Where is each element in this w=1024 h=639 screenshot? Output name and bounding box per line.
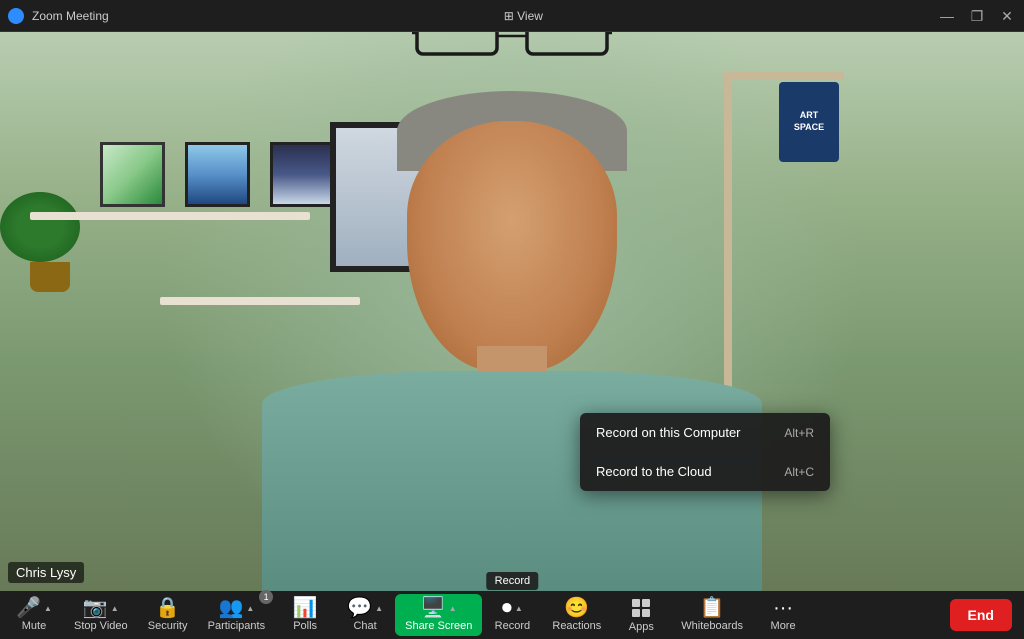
record-chevron: ▲ (515, 604, 523, 613)
zoom-logo-icon (8, 8, 24, 24)
more-button[interactable]: ··· More (753, 594, 813, 636)
participants-icon: 👥 (218, 598, 243, 618)
security-label: Security (148, 620, 188, 632)
painting-1 (100, 142, 165, 207)
polls-label: Polls (293, 620, 317, 632)
mic-icon: 🎤 (16, 598, 41, 618)
participants-chevron: ▲ (246, 604, 254, 613)
reactions-label: Reactions (552, 620, 601, 632)
record-icon-area: ⏺ ▲ (502, 598, 523, 618)
chat-icon-area: 💬 ▲ (347, 598, 383, 618)
chat-chevron: ▲ (375, 604, 383, 613)
title-bar-left: Zoom Meeting (8, 8, 109, 24)
record-cloud-option[interactable]: Record to the Cloud Alt+C (580, 452, 830, 491)
video-icon: 📷 (83, 598, 108, 618)
participants-button[interactable]: 👥 ▲ Participants 1 (198, 594, 275, 636)
view-label: ⊞ View (504, 9, 543, 23)
stop-video-button[interactable]: 📷 ▲ Stop Video (64, 594, 138, 636)
record-dropdown-menu: Record on this Computer Alt+R Record to … (580, 413, 830, 491)
whiteboards-label: Whiteboards (681, 620, 743, 632)
mute-chevron: ▲ (44, 604, 52, 613)
participants-count-badge: 1 (259, 590, 273, 604)
participants-icon-area: 👥 ▲ (218, 598, 254, 618)
more-label: More (771, 620, 796, 632)
title-bar: Zoom Meeting ⊞ View — ❐ ✕ (0, 0, 1024, 32)
view-button[interactable]: ⊞ View (504, 9, 543, 23)
security-icon: 🔒 (155, 598, 180, 618)
stop-video-icon-area: 📷 ▲ (83, 598, 119, 618)
minimize-button[interactable]: — (938, 9, 956, 23)
stop-video-label: Stop Video (74, 620, 128, 632)
record-cloud-shortcut: Alt+C (784, 465, 814, 479)
reactions-button[interactable]: 😊 Reactions (542, 594, 611, 636)
record-computer-option[interactable]: Record on this Computer Alt+R (580, 413, 830, 452)
participants-label: Participants (208, 620, 265, 632)
person-glasses (412, 32, 612, 61)
screen-share-icon: 🖥️ (421, 598, 446, 618)
record-cloud-label: Record to the Cloud (596, 464, 712, 479)
share-screen-label: Share Screen (405, 620, 472, 632)
participant-name-text: Chris Lysy (16, 565, 76, 580)
mute-icon-area: 🎤 ▲ (16, 598, 52, 618)
video-area: ARTSPACE Chris Lysy (0, 32, 1024, 591)
maximize-button[interactable]: ❐ (968, 9, 986, 23)
meeting-toolbar: 🎤 ▲ Mute 📷 ▲ Stop Video 🔒 Security 👥 ▲ P… (0, 591, 1024, 639)
participant-video (162, 101, 862, 591)
polls-icon: 📊 (293, 598, 318, 618)
whiteboards-icon: 📋 (700, 598, 725, 618)
apps-label: Apps (629, 621, 654, 633)
reactions-icon: 😊 (564, 598, 589, 618)
record-icon: ⏺ (502, 598, 512, 618)
record-button[interactable]: Record ⏺ ▲ Record (482, 594, 542, 636)
apps-icon (630, 597, 652, 619)
share-screen-icon-area: 🖥️ ▲ (421, 598, 457, 618)
record-computer-shortcut: Alt+R (784, 426, 814, 440)
polls-button[interactable]: 📊 Polls (275, 594, 335, 636)
participant-name-badge: Chris Lysy (8, 562, 84, 583)
whiteboards-button[interactable]: 📋 Whiteboards (671, 594, 753, 636)
share-screen-button[interactable]: 🖥️ ▲ Share Screen (395, 594, 482, 636)
record-computer-label: Record on this Computer (596, 425, 741, 440)
more-icon: ··· (773, 598, 793, 618)
mute-label: Mute (22, 620, 46, 632)
mute-button[interactable]: 🎤 ▲ Mute (4, 594, 64, 636)
record-tooltip: Record (487, 572, 538, 590)
security-button[interactable]: 🔒 Security (138, 594, 198, 636)
chat-label: Chat (353, 620, 376, 632)
share-screen-chevron: ▲ (449, 604, 457, 613)
close-button[interactable]: ✕ (998, 9, 1016, 23)
chat-button[interactable]: 💬 ▲ Chat (335, 594, 395, 636)
title-bar-controls: — ❐ ✕ (938, 9, 1016, 23)
stop-video-chevron: ▲ (111, 604, 119, 613)
apps-button[interactable]: Apps (611, 593, 671, 637)
end-meeting-button[interactable]: End (950, 599, 1012, 631)
window-title: Zoom Meeting (32, 9, 109, 23)
chat-icon: 💬 (347, 598, 372, 618)
plant-decoration (20, 192, 80, 292)
record-label: Record (495, 620, 530, 632)
person-face (407, 121, 617, 371)
glasses-svg (412, 32, 612, 61)
